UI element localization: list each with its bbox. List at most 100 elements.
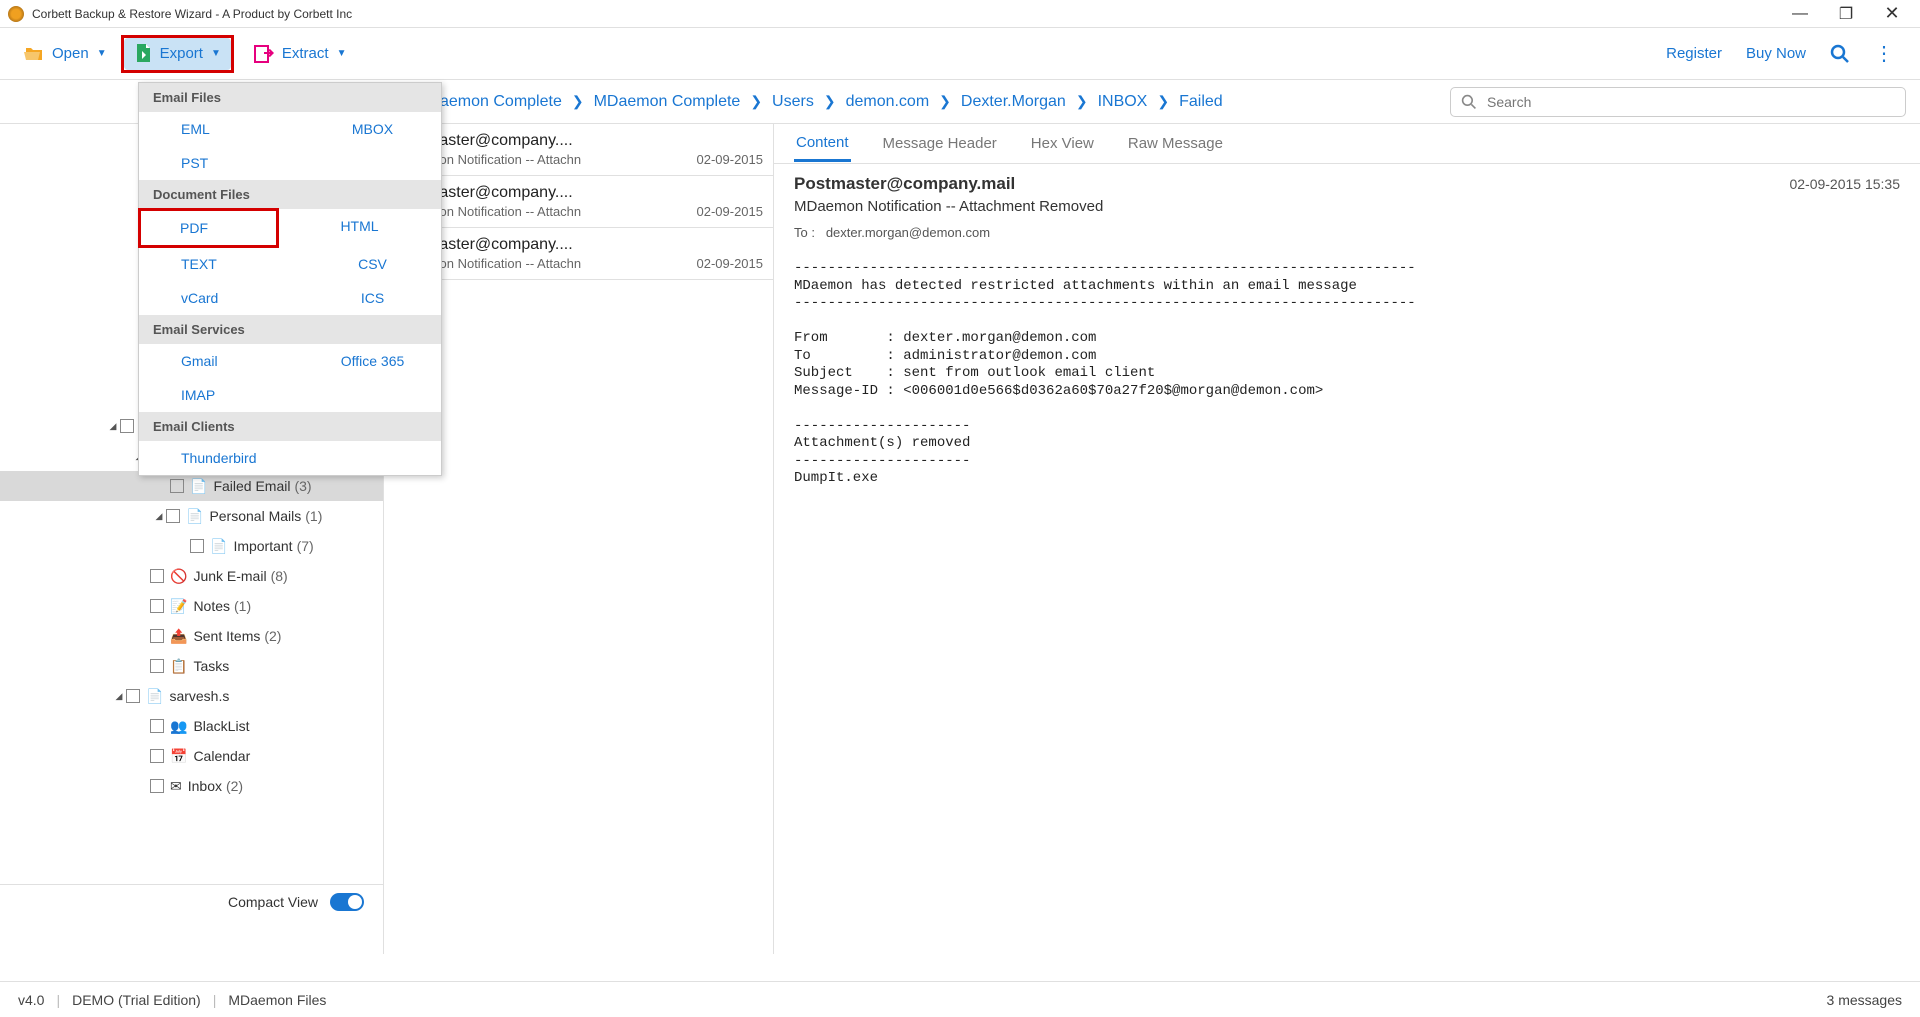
register-link[interactable]: Register — [1654, 39, 1734, 68]
export-button[interactable]: Export ▼ — [124, 38, 231, 70]
checkbox[interactable] — [150, 749, 164, 763]
search-icon[interactable] — [1818, 40, 1862, 68]
tab-hex-view[interactable]: Hex View — [1029, 127, 1096, 160]
tree-item-tasks[interactable]: 📋 Tasks — [0, 651, 383, 681]
collapse-icon[interactable]: ◢ — [106, 421, 120, 432]
message-list: Postmaster@company.... MDaemon Notificat… — [384, 124, 774, 954]
tasks-icon: 📋 — [170, 658, 187, 675]
message-from-full: Postmaster@company.mail — [794, 174, 1015, 194]
export-label: Export — [160, 45, 203, 62]
export-html[interactable]: HTML — [278, 209, 441, 247]
checkbox[interactable] — [150, 599, 164, 613]
search-box[interactable] — [1450, 87, 1906, 117]
tree-item-blacklist[interactable]: 👥 BlackList — [0, 711, 383, 741]
toolbar: Open ▼ Export ▼ Extract ▼ Register Buy N… — [0, 28, 1920, 80]
message-item[interactable]: Postmaster@company.... MDaemon Notificat… — [384, 124, 773, 176]
buy-now-link[interactable]: Buy Now — [1734, 39, 1818, 68]
message-datetime: 02-09-2015 15:35 — [1789, 176, 1900, 192]
checkbox[interactable] — [150, 569, 164, 583]
export-gmail[interactable]: Gmail — [139, 344, 304, 378]
checkbox[interactable] — [150, 779, 164, 793]
export-dropdown: Email Files EML MBOX PST Document Files … — [138, 82, 442, 476]
checkbox[interactable] — [170, 479, 184, 493]
chevron-right-icon: ❯ — [562, 93, 594, 110]
export-ics[interactable]: ICS — [304, 281, 441, 315]
message-from: Postmaster@company.... — [394, 236, 763, 254]
junk-icon: 🚫 — [170, 568, 187, 585]
checkbox[interactable] — [166, 509, 180, 523]
export-office365[interactable]: Office 365 — [304, 344, 441, 378]
export-vcard[interactable]: vCard — [139, 281, 304, 315]
collapse-icon[interactable]: ◢ — [112, 691, 126, 702]
message-from: Postmaster@company.... — [394, 184, 763, 202]
compact-view-row: Compact View — [0, 884, 384, 918]
window-controls: — ❐ ✕ — [1786, 3, 1912, 24]
tree-item-calendar[interactable]: 📅 Calendar — [0, 741, 383, 771]
message-count: 3 messages — [1827, 992, 1902, 1008]
breadcrumb-item[interactable]: Failed — [1179, 93, 1223, 111]
tab-content[interactable]: Content — [794, 126, 851, 162]
compact-view-toggle[interactable] — [330, 893, 364, 911]
collapse-icon[interactable]: ◢ — [152, 511, 166, 522]
breadcrumb-item[interactable]: Dexter.Morgan — [961, 93, 1066, 111]
export-pdf[interactable]: PDF — [141, 211, 276, 245]
breadcrumb-item[interactable]: Users — [772, 93, 814, 111]
maximize-button[interactable]: ❐ — [1832, 4, 1860, 24]
statusbar: v4.0 | DEMO (Trial Edition) | MDaemon Fi… — [0, 981, 1920, 1017]
export-eml[interactable]: EML — [139, 112, 304, 146]
calendar-icon: 📅 — [170, 748, 187, 765]
extract-button[interactable]: Extract ▼ — [244, 39, 357, 69]
breadcrumb-item[interactable]: aemon Complete — [440, 93, 562, 111]
message-date: 02-09-2015 — [697, 256, 764, 271]
tab-message-header[interactable]: Message Header — [881, 127, 999, 160]
tree-item-sent[interactable]: 📤 Sent Items (2) — [0, 621, 383, 651]
export-thunderbird[interactable]: Thunderbird — [139, 441, 441, 475]
message-item[interactable]: Postmaster@company.... MDaemon Notificat… — [384, 176, 773, 228]
folder-icon: 📄 — [190, 478, 207, 495]
message-body: ----------------------------------------… — [774, 250, 1920, 498]
message-subject-full: MDaemon Notification -- Attachment Remov… — [794, 198, 1900, 215]
caret-down-icon: ▼ — [337, 48, 347, 59]
chevron-right-icon: ❯ — [1066, 93, 1098, 110]
kebab-menu-icon[interactable]: ⋮ — [1862, 37, 1906, 70]
checkbox[interactable] — [150, 629, 164, 643]
mail-icon: ✉ — [170, 778, 182, 795]
export-mbox[interactable]: MBOX — [304, 112, 441, 146]
folder-icon: 📄 — [210, 538, 227, 555]
export-text[interactable]: TEXT — [139, 247, 304, 281]
tree-item-personal[interactable]: ◢ 📄 Personal Mails (1) — [0, 501, 383, 531]
search-icon — [1461, 94, 1477, 110]
export-pst[interactable]: PST — [139, 146, 304, 180]
search-input[interactable] — [1487, 94, 1895, 110]
export-imap[interactable]: IMAP — [139, 378, 304, 412]
close-button[interactable]: ✕ — [1878, 3, 1906, 24]
export-csv[interactable]: CSV — [304, 247, 441, 281]
window-title: Corbett Backup & Restore Wizard - A Prod… — [32, 7, 1786, 21]
titlebar: Corbett Backup & Restore Wizard - A Prod… — [0, 0, 1920, 28]
contacts-icon: 👥 — [170, 718, 187, 735]
checkbox[interactable] — [120, 419, 134, 433]
content-panel: Content Message Header Hex View Raw Mess… — [774, 124, 1920, 954]
caret-down-icon: ▼ — [97, 48, 107, 59]
breadcrumb-item[interactable]: MDaemon Complete — [594, 93, 741, 111]
chevron-right-icon: ❯ — [814, 93, 846, 110]
breadcrumb-item[interactable]: demon.com — [846, 93, 930, 111]
caret-down-icon: ▼ — [211, 48, 221, 59]
open-button[interactable]: Open ▼ — [14, 39, 117, 68]
message-item[interactable]: Postmaster@company.... MDaemon Notificat… — [384, 228, 773, 280]
breadcrumb-item[interactable]: INBOX — [1098, 93, 1148, 111]
tab-raw-message[interactable]: Raw Message — [1126, 127, 1225, 160]
minimize-button[interactable]: — — [1786, 5, 1814, 23]
checkbox[interactable] — [126, 689, 140, 703]
message-to: To : dexter.morgan@demon.com — [794, 225, 1900, 240]
tree-item-inbox2[interactable]: ✉ Inbox (2) — [0, 771, 383, 801]
sent-icon: 📤 — [170, 628, 187, 645]
checkbox[interactable] — [190, 539, 204, 553]
checkbox[interactable] — [150, 659, 164, 673]
tree-item-junk[interactable]: 🚫 Junk E-mail (8) — [0, 561, 383, 591]
tree-item-notes[interactable]: 📝 Notes (1) — [0, 591, 383, 621]
edition-label: DEMO (Trial Edition) — [72, 992, 201, 1008]
tree-item-important[interactable]: 📄 Important (7) — [0, 531, 383, 561]
checkbox[interactable] — [150, 719, 164, 733]
tree-item-sarvesh[interactable]: ◢ 📄 sarvesh.s — [0, 681, 383, 711]
